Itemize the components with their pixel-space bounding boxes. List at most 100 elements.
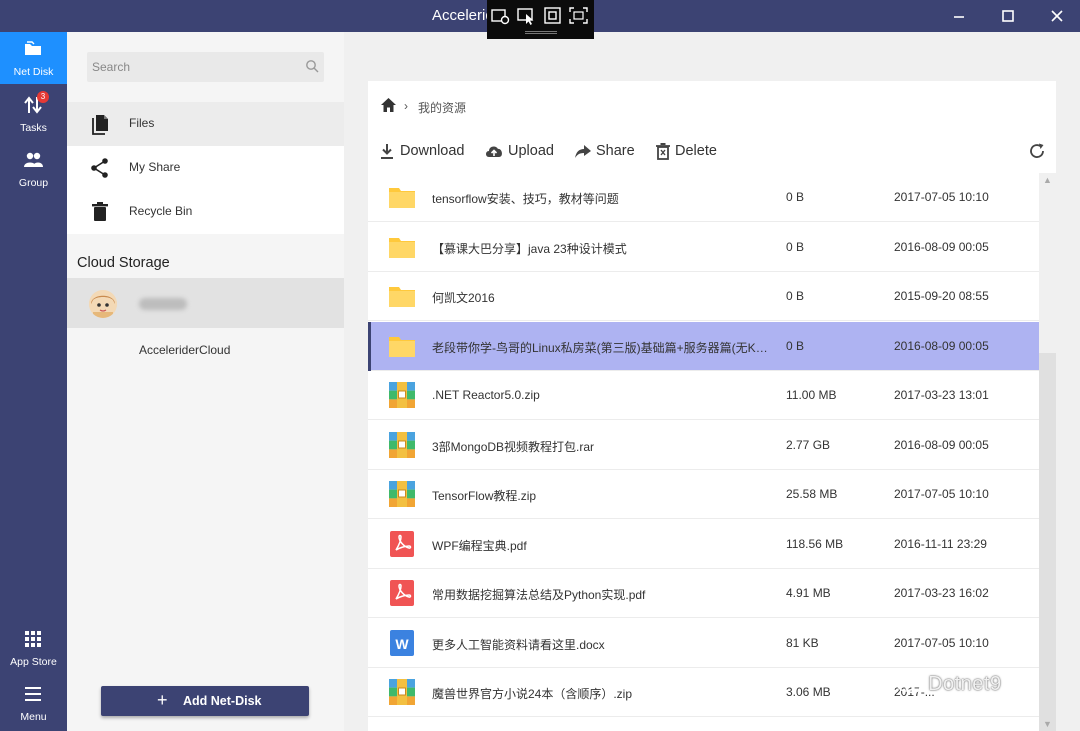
file-date: 2017-03-23 13:01 (894, 388, 989, 402)
file-row[interactable]: 【慕课大巴分享】java 23种设计模式 0 B 2016-08-09 00:0… (368, 223, 1039, 272)
file-row[interactable]: TensorFlow教程.zip 25.58 MB 2017-07-05 10:… (368, 470, 1039, 519)
folder-icon (389, 237, 415, 258)
file-size: 3.06 MB (786, 685, 831, 699)
file-date: 2016-08-09 00:05 (894, 239, 989, 254)
cloud-storage-title: Cloud Storage (77, 255, 170, 271)
nav-label: Tasks (20, 122, 47, 134)
file-name: 更多人工智能资料请看这里.docx (432, 637, 605, 652)
pdf-icon (390, 530, 414, 557)
archive-icon (389, 382, 415, 408)
file-date: 2015-09-20 08:55 (894, 289, 989, 303)
capture-window-icon[interactable] (543, 7, 563, 25)
file-row[interactable]: .NET Reactor5.0.zip 11.00 MB 2017-03-23 … (368, 371, 1039, 420)
folder-icon (389, 287, 415, 307)
scroll-down-icon[interactable]: ▼ (1043, 719, 1052, 729)
apps-grid-icon (25, 631, 41, 647)
selection-indicator (368, 321, 371, 371)
nav-net-disk[interactable]: Net Disk (0, 32, 67, 84)
sidebar-item-label: Recycle Bin (129, 204, 193, 218)
file-size: 0 B (786, 239, 805, 254)
account-item[interactable] (67, 278, 344, 328)
delete-label: Delete (675, 143, 717, 159)
file-date: 2016-08-09 00:05 (894, 437, 989, 452)
file-name: 何凯文2016 (432, 291, 495, 305)
file-panel: › 我的资源 Download Upload Share Delete tens… (368, 81, 1056, 731)
nav-label: Menu (20, 711, 47, 723)
delete-icon (656, 143, 670, 160)
sidebar-item-recycle-bin[interactable]: Recycle Bin (67, 190, 344, 234)
capture-settings-icon[interactable] (491, 7, 511, 25)
file-date: 2016-11-11 23:29 (894, 536, 987, 551)
home-icon[interactable] (380, 97, 397, 113)
file-row[interactable]: tensorflow安装、技巧，教材等问题 0 B 2017-07-05 10:… (368, 173, 1039, 222)
download-label: Download (400, 143, 465, 159)
close-icon[interactable] (1047, 6, 1067, 26)
sidebar-item-files[interactable]: Files (67, 102, 344, 146)
file-size: 2.77 GB (786, 437, 831, 452)
scrollbar[interactable]: ▲ ▼ (1039, 173, 1056, 731)
share-label: Share (596, 143, 635, 159)
minimize-icon[interactable] (949, 6, 969, 26)
file-name: 常用数据挖掘算法总结及Python实现.pdf (432, 588, 646, 602)
cloud-item-acceleridercloud[interactable]: AcceleriderCloud (139, 343, 230, 357)
file-name: 【慕课大巴分享】java 23种设计模式 (432, 241, 627, 256)
account-name-blurred (139, 298, 187, 310)
file-row[interactable]: WPF编程宝典.pdf 118.56 MB 2016-11-11 23:29 (368, 520, 1039, 569)
toolbar-grip[interactable] (525, 31, 557, 34)
scroll-up-icon[interactable]: ▲ (1043, 175, 1052, 185)
file-date: 2017-07-05 10:10 (894, 487, 989, 501)
file-name: 魔兽世界官方小说24本（含顺序）.zip (432, 687, 633, 701)
nav-app-store[interactable]: App Store (0, 622, 67, 674)
file-date: 2017-03-23 16:02 (894, 586, 989, 600)
breadcrumb-current[interactable]: 我的资源 (418, 99, 466, 116)
file-row[interactable]: 常用数据挖掘算法总结及Python实现.pdf 4.91 MB 2017-03-… (368, 569, 1039, 618)
file-date: 2017-07-05 10:10 (894, 190, 989, 204)
file-date: 2017-07-05 10:10 (894, 635, 989, 650)
capture-pointer-icon[interactable] (517, 7, 537, 25)
sidebar-item-label: Files (129, 116, 155, 130)
breadcrumb-separator: › (404, 99, 408, 113)
file-list: tensorflow安装、技巧，教材等问题 0 B 2017-07-05 10:… (368, 173, 1039, 731)
nav-group[interactable]: Group (0, 143, 67, 195)
cloud-upload-icon (486, 146, 502, 157)
trash-icon (92, 202, 108, 221)
file-row[interactable]: 何凯文2016 0 B 2015-09-20 08:55 (368, 272, 1039, 321)
file-row[interactable]: 3部MongoDB视频教程打包.rar 2.77 GB 2016-08-09 0… (368, 421, 1039, 470)
nav-tasks[interactable]: 3 Tasks (0, 88, 67, 140)
maximize-icon[interactable] (998, 6, 1018, 26)
file-size: 81 KB (786, 635, 819, 650)
refresh-icon[interactable] (1028, 142, 1046, 160)
file-row[interactable]: W 更多人工智能资料请看这里.docx 81 KB 2017-07-05 10:… (368, 619, 1039, 668)
archive-icon (389, 679, 415, 705)
capture-toolbar (487, 0, 594, 39)
file-size: 0 B (786, 338, 805, 353)
capture-region-icon[interactable] (569, 7, 589, 25)
nav-label: Group (18, 177, 49, 189)
nav-menu[interactable]: Menu (0, 677, 67, 729)
file-name: 3部MongoDB视频教程打包.rar (432, 439, 595, 454)
watermark-text: Dotnet9 (928, 673, 1002, 695)
sidebar-item-my-share[interactable]: My Share (67, 146, 344, 190)
title-bar: Accelerider (0, 0, 1080, 39)
nav-label: Net Disk (13, 66, 54, 78)
search-input[interactable]: Search (87, 52, 324, 82)
download-icon (381, 144, 393, 159)
file-size: 118.56 MB (786, 536, 844, 551)
pdf-icon (390, 580, 414, 606)
search-icon[interactable] (305, 59, 319, 73)
upload-label: Upload (508, 143, 554, 159)
file-row-selected[interactable]: 老段带你学-鸟哥的Linux私房菜(第三版)基础篇+服务器篇(无KE… 0 B … (368, 321, 1039, 371)
file-size: 0 B (786, 190, 805, 204)
menu-icon (25, 687, 41, 701)
add-net-disk-label: Add Net-Disk (183, 694, 262, 708)
archive-icon (389, 431, 415, 458)
wechat-logo-icon (896, 675, 921, 694)
scrollbar-thumb[interactable] (1039, 353, 1056, 731)
svg-text:W: W (395, 636, 409, 652)
group-icon (24, 152, 43, 167)
file-name: tensorflow安装、技巧，教材等问题 (432, 192, 619, 206)
nav-label: App Store (10, 656, 57, 668)
share-icon (91, 158, 108, 178)
file-size: 25.58 MB (786, 487, 838, 501)
add-net-disk-button[interactable]: + Add Net-Disk (101, 686, 309, 716)
